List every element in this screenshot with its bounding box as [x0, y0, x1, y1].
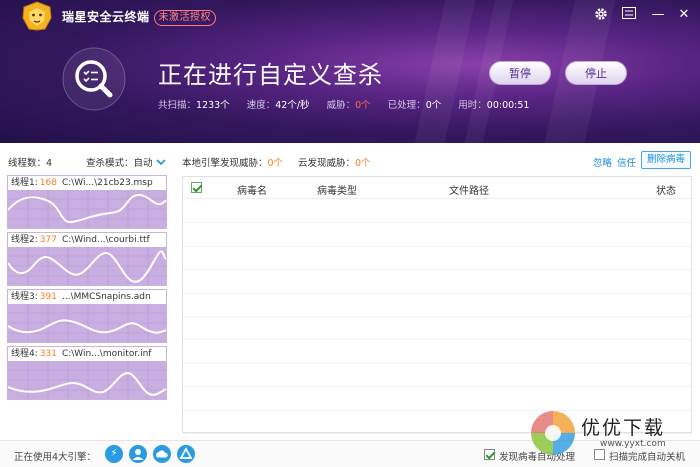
cloud-threats: 云发现威胁：0个 [298, 155, 371, 169]
thread-count: 391 [39, 292, 57, 302]
delete-virus-button[interactable]: 删除病毒 [641, 151, 691, 169]
triangle-icon [179, 447, 193, 459]
stat-handled-value: 0个 [425, 100, 442, 111]
stat-speed-value: 42个/秒 [275, 100, 310, 111]
local-threats: 本地引擎发现威胁：0个 [182, 155, 283, 169]
gear-icon-glyph [595, 8, 607, 20]
app-name: 瑞星安全云终端 [62, 10, 150, 24]
thread-header: 线程1: 168 C:\Wi...\21cb23.msp [8, 176, 166, 190]
scan-magnifier-icon [62, 47, 126, 111]
header-decoration [414, 0, 476, 143]
stat-time-label: 用时： [458, 100, 487, 111]
column-status[interactable]: 状态 [656, 182, 676, 197]
thread-label: 线程2: [11, 235, 38, 245]
scan-mode-dropdown[interactable]: 查杀模式：自动 [86, 155, 166, 169]
table-header: 病毒名 病毒类型 文件路径 状态 [183, 177, 691, 199]
scan-stats: 共扫描：1233个 速度：42个/秒 威胁：0个 已处理：0个 用时：00:00… [158, 97, 543, 111]
thread-activity-graph [8, 247, 166, 285]
watermark-text: 优优下载 [581, 417, 666, 439]
column-virus-name[interactable]: 病毒名 [237, 182, 267, 197]
watermark-url: www.yyxt.com [600, 439, 666, 449]
menu-icon[interactable] [621, 7, 637, 23]
virus-table: 病毒名 病毒类型 文件路径 状态 [182, 176, 692, 434]
thread-label: 线程3: [11, 292, 38, 302]
user-icon [132, 449, 144, 460]
column-file-path[interactable]: 文件路径 [449, 182, 489, 197]
cloud-threats-value: 0个 [355, 158, 371, 169]
cloud-icon [156, 450, 168, 458]
table-row [183, 317, 691, 341]
thread-label: 线程4: [11, 349, 38, 359]
thread-panel-1: 线程1: 168 C:\Wi...\21cb23.msp [7, 175, 167, 229]
menu-icon-glyph [622, 7, 636, 19]
activation-badge[interactable]: 未激活授权 [153, 10, 217, 26]
scan-status-title: 正在进行自定义查杀 [158, 61, 383, 89]
scan-toolbar: 线程数：4 查杀模式：自动 本地引擎发现威胁：0个 云发现威胁：0个 忽略 信任… [0, 150, 700, 172]
local-threats-value: 0个 [267, 158, 284, 169]
threads-label: 线程数： [8, 158, 47, 169]
table-row [183, 294, 691, 317]
gear-icon[interactable] [593, 7, 609, 23]
table-row [183, 270, 691, 294]
threads-count: 线程数：4 [8, 155, 52, 169]
thread-header: 线程4: 331 C:\Win...\monitor.inf [8, 347, 166, 361]
triangle-engine-icon[interactable] [177, 445, 195, 463]
scan-mode-value: 自动 [133, 158, 153, 169]
user-engine-icon[interactable] [129, 445, 147, 463]
close-button[interactable]: ✕ [676, 7, 692, 23]
thread-activity-graph [8, 190, 166, 228]
header: 瑞星安全云终端 未激活授权 — ✕ 正在进行自定义查杀 共扫描：1233个 速度：… [0, 0, 700, 143]
scan-mode-label: 查杀模式： [86, 158, 134, 169]
thread-panel-2: 线程2: 377 C:\Wind...\courbi.ttf [7, 232, 167, 286]
ignore-link[interactable]: 忽略 [593, 155, 612, 169]
thread-activity-graph [8, 361, 166, 399]
thread-count: 168 [39, 178, 57, 188]
cloud-engine-icon[interactable] [153, 445, 171, 463]
select-all-checkbox[interactable] [191, 182, 202, 193]
column-virus-type[interactable]: 病毒类型 [317, 182, 357, 197]
local-threats-label: 本地引擎发现威胁： [182, 158, 268, 169]
chevron-down-icon [155, 159, 166, 166]
stat-scanned-label: 共扫描： [158, 100, 197, 111]
auto-handle-checkbox[interactable] [484, 449, 495, 460]
thread-current-file: ...\MMCSnapins.adn [61, 292, 151, 302]
stat-threat-label: 威胁： [326, 100, 356, 111]
table-row [183, 364, 691, 388]
threads-value: 4 [46, 158, 53, 169]
stat-time-value: 00:00:51 [486, 100, 530, 111]
engines-label: 正在使用4大引擎： [14, 452, 97, 463]
pause-button[interactable]: 暂停 [489, 61, 551, 85]
thread-count: 331 [39, 349, 57, 359]
table-row [183, 340, 691, 364]
thread-count: 377 [39, 235, 57, 245]
stat-threat-value: 0个 [355, 100, 371, 111]
app-title: 瑞星安全云终端 未激活授权 [62, 8, 217, 26]
thread-current-file: C:\Wind...\courbi.ttf [61, 235, 150, 245]
thread-header: 线程3: 391 ...\MMCSnapins.adn [8, 290, 166, 304]
thread-current-file: C:\Wi...\21cb23.msp [61, 178, 153, 188]
thread-panel-4: 线程4: 331 C:\Win...\monitor.inf [7, 346, 167, 400]
table-body [183, 200, 691, 434]
table-row [183, 223, 691, 247]
stat-speed-label: 速度： [246, 100, 276, 111]
thread-panel-3: 线程3: 391 ...\MMCSnapins.adn [7, 289, 167, 343]
stat-scanned-value: 1233个 [196, 100, 230, 111]
thread-current-file: C:\Win...\monitor.inf [61, 349, 152, 359]
thread-activity-graph [8, 304, 166, 342]
thread-label: 线程1: [11, 178, 38, 188]
stop-button[interactable]: 停止 [565, 61, 627, 85]
table-row [183, 247, 691, 271]
thread-header: 线程2: 377 C:\Wind...\courbi.ttf [8, 233, 166, 247]
trust-link[interactable]: 信任 [617, 155, 636, 169]
table-row [183, 200, 691, 224]
minimize-button[interactable]: — [650, 7, 666, 23]
lightning-engine-icon[interactable]: ⚡ [105, 445, 123, 463]
cloud-threats-label: 云发现威胁： [298, 158, 356, 169]
stat-handled-label: 已处理： [387, 100, 426, 111]
lion-logo-icon [22, 1, 52, 31]
